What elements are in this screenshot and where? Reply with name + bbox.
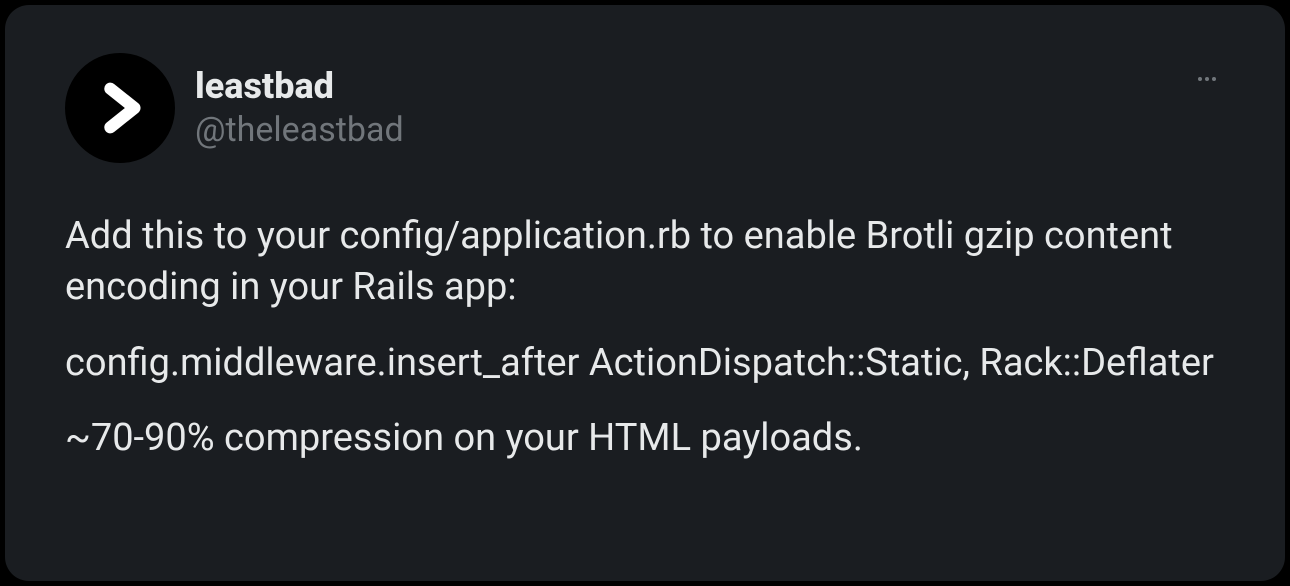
handle[interactable]: @theleastbad (195, 110, 404, 151)
tweet-card: leastbad @theleastbad Add this to your c… (5, 5, 1285, 581)
tweet-header: leastbad @theleastbad (65, 53, 1225, 163)
chevron-right-icon (91, 79, 149, 137)
tweet-paragraph: ~70-90% compression on your HTML payload… (65, 413, 1225, 464)
avatar[interactable] (65, 53, 175, 163)
tweet-paragraph: config.middleware.insert_after ActionDis… (65, 338, 1225, 389)
display-name[interactable]: leastbad (195, 65, 404, 108)
more-button[interactable] (1189, 61, 1225, 97)
user-info: leastbad @theleastbad (195, 65, 404, 151)
more-icon (1195, 67, 1219, 91)
tweet-paragraph: Add this to your config/application.rb t… (65, 211, 1225, 314)
tweet-body: Add this to your config/application.rb t… (65, 211, 1225, 464)
